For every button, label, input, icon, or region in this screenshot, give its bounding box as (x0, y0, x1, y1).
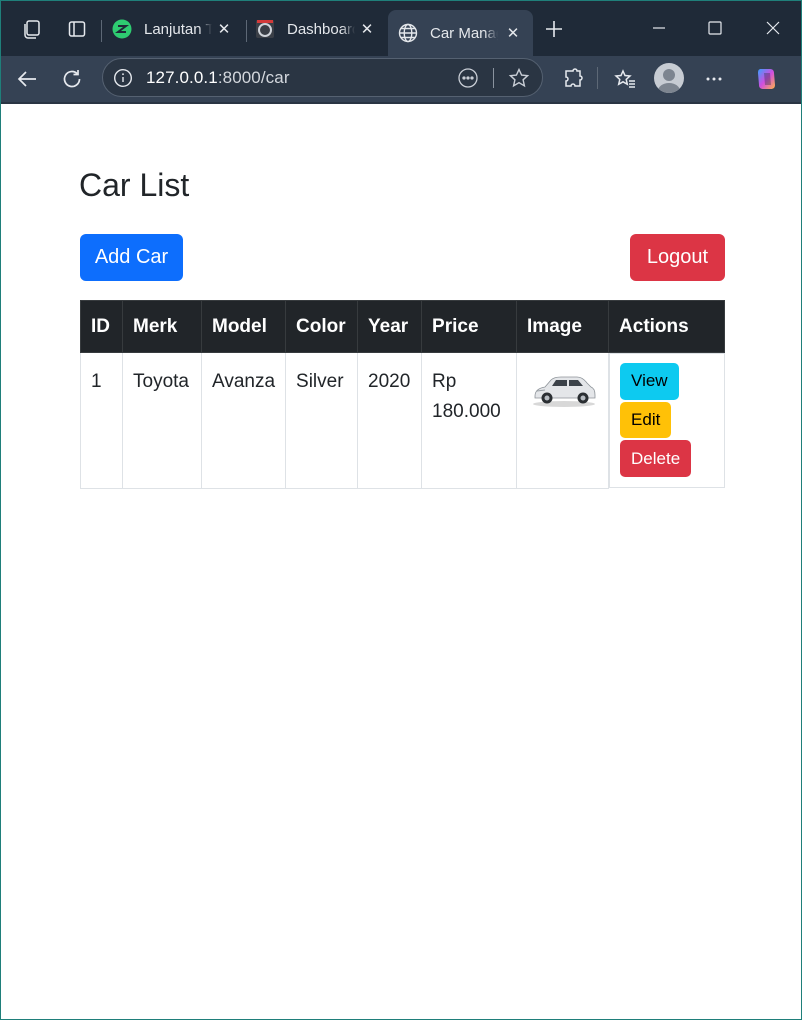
tab-car-management[interactable]: Car Management ✕ (388, 10, 533, 56)
logout-button[interactable]: Logout (630, 234, 725, 281)
tab-dashboard[interactable]: Dashboard ✕ (245, 10, 387, 48)
car-table: ID Merk Model Color Year Price Image Act… (80, 300, 725, 489)
toolbar-separator (597, 67, 598, 89)
column-header-model: Model (200, 300, 287, 353)
favorite-star-icon[interactable] (508, 67, 530, 89)
site-info-icon[interactable] (113, 68, 133, 88)
tab-label: Lanjutan Teknik (144, 20, 212, 38)
tab-actions-icon[interactable] (64, 16, 90, 42)
copilot-icon[interactable] (751, 63, 783, 95)
column-header-image: Image (516, 300, 610, 353)
dashboard-favicon-icon (255, 19, 275, 39)
cell-actions: View Edit Delete (609, 353, 725, 488)
new-tab-icon[interactable] (541, 16, 567, 42)
close-icon[interactable]: ✕ (357, 19, 377, 39)
tab-lanjutan[interactable]: Lanjutan Teknik ✕ (102, 10, 244, 48)
table-header-row: ID Merk Model Color Year Price Image Act… (80, 300, 725, 353)
toolbar-divider (1, 102, 801, 104)
back-icon[interactable] (11, 63, 43, 95)
column-header-actions: Actions (608, 300, 725, 353)
table-row: 1 Toyota Avanza Silver 2020 Rp 180.000 V… (80, 352, 725, 489)
url-text[interactable]: 127.0.0.1:8000/car (146, 68, 290, 88)
more-options-icon[interactable] (698, 63, 730, 95)
page-title: Car List (79, 167, 190, 203)
address-bar[interactable]: 127.0.0.1:8000/car (102, 58, 543, 97)
column-header-year: Year (357, 300, 423, 353)
refresh-icon[interactable] (56, 63, 88, 95)
cell-model: Avanza (200, 352, 287, 489)
cell-image (516, 352, 610, 489)
tab-label: Car Management (430, 24, 498, 42)
window-close-icon[interactable] (758, 13, 788, 43)
add-car-button[interactable]: Add Car (80, 234, 183, 281)
delete-button[interactable]: Delete (620, 440, 692, 478)
cell-id: 1 (80, 352, 123, 489)
omnibox-separator (493, 68, 494, 88)
column-header-price: Price (421, 300, 518, 353)
globe-icon (398, 23, 418, 43)
profile-avatar[interactable] (654, 63, 684, 93)
close-icon[interactable]: ✕ (503, 23, 523, 43)
extensions-icon[interactable] (557, 63, 589, 95)
maximize-icon[interactable] (700, 13, 730, 43)
site-favicon-icon (112, 19, 132, 39)
cell-price: Rp 180.000 (421, 352, 518, 489)
close-icon[interactable]: ✕ (214, 19, 234, 39)
read-aloud-icon[interactable] (457, 67, 479, 89)
favorites-icon[interactable] (609, 63, 641, 95)
workspaces-icon[interactable] (19, 16, 45, 42)
minimize-icon[interactable] (644, 13, 674, 43)
tab-label: Dashboard (287, 20, 355, 38)
cell-color: Silver (285, 352, 359, 489)
cell-merk: Toyota (122, 352, 202, 489)
column-header-color: Color (285, 300, 359, 353)
car-thumbnail-image (533, 376, 596, 407)
column-header-merk: Merk (122, 300, 202, 353)
column-header-id: ID (80, 300, 123, 353)
edit-button[interactable]: Edit (620, 401, 672, 439)
view-button[interactable]: View (620, 363, 679, 400)
cell-year: 2020 (357, 352, 423, 489)
url-path: :8000/car (217, 68, 290, 87)
browser-titlebar: Lanjutan Teknik ✕ Dashboard ✕ Car Manage… (1, 1, 801, 56)
url-host: 127.0.0.1 (146, 68, 218, 87)
